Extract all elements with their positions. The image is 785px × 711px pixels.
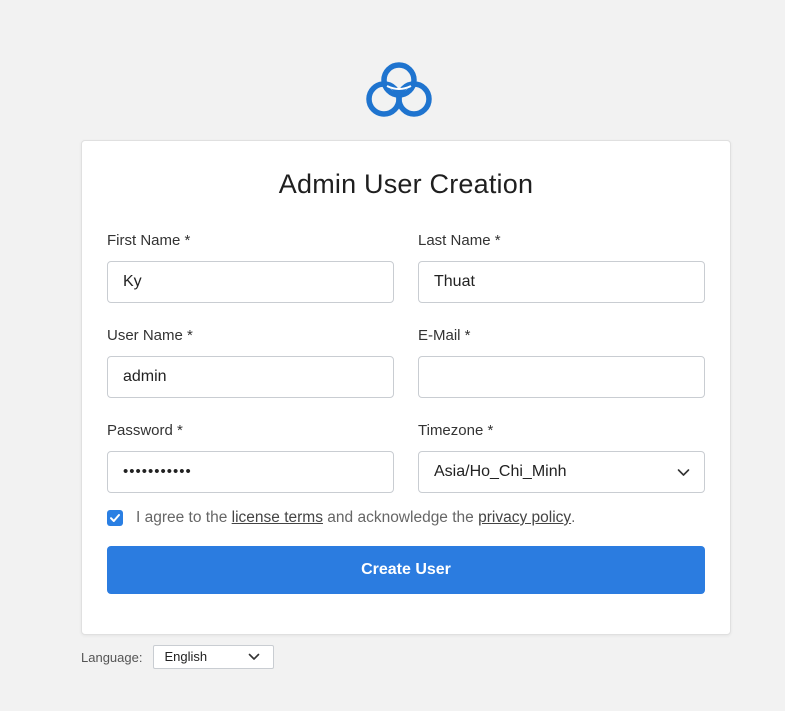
timezone-value: Asia/Ho_Chi_Minh — [434, 463, 567, 480]
agree-middle-text: and acknowledge the — [327, 509, 474, 526]
user-name-value: admin — [123, 368, 167, 385]
user-name-group: User Name * admin — [107, 327, 394, 398]
agree-checkbox[interactable] — [107, 510, 123, 526]
email-input[interactable] — [418, 356, 705, 398]
cloud-logo-icon — [366, 62, 432, 117]
timezone-group: Timezone * Asia/Ho_Chi_Minh — [418, 422, 705, 493]
email-label: E-Mail * — [418, 327, 471, 344]
chevron-down-icon — [249, 653, 260, 660]
email-group: E-Mail * — [418, 327, 705, 398]
first-name-label: First Name * — [107, 232, 191, 249]
user-name-input[interactable]: admin — [107, 356, 394, 398]
page-title: Admin User Creation — [278, 169, 534, 199]
admin-user-creation-card: Admin User Creation First Name * Ky Last… — [81, 140, 731, 635]
agree-prefix-text: I agree to the — [136, 509, 228, 526]
privacy-policy-link[interactable]: privacy policy — [478, 509, 571, 527]
agree-suffix-text: . — [571, 509, 576, 526]
chevron-down-icon — [677, 469, 690, 476]
language-label: Language: — [81, 649, 143, 665]
create-user-button[interactable]: Create User — [107, 546, 705, 594]
first-name-value: Ky — [123, 273, 142, 290]
password-input[interactable]: ••••••••••• — [107, 451, 394, 493]
timezone-label: Timezone * — [418, 422, 494, 439]
last-name-value: Thuat — [434, 273, 475, 290]
last-name-label: Last Name * — [418, 232, 501, 249]
timezone-select[interactable]: Asia/Ho_Chi_Minh — [418, 451, 705, 493]
checkmark-icon — [110, 514, 120, 522]
license-terms-link[interactable]: license terms — [232, 509, 323, 527]
agree-row: I agree to the license terms and acknowl… — [107, 508, 575, 528]
language-row: Language: English — [81, 645, 275, 669]
last-name-input[interactable]: Thuat — [418, 261, 705, 303]
first-name-input[interactable]: Ky — [107, 261, 394, 303]
first-name-group: First Name * Ky — [107, 232, 394, 303]
password-group: Password * ••••••••••• — [107, 422, 394, 493]
password-label: Password * — [107, 422, 183, 439]
language-value: English — [164, 649, 208, 664]
password-value: ••••••••••• — [123, 463, 192, 480]
user-name-label: User Name * — [107, 327, 193, 344]
language-select[interactable]: English — [153, 645, 275, 669]
last-name-group: Last Name * Thuat — [418, 232, 705, 303]
